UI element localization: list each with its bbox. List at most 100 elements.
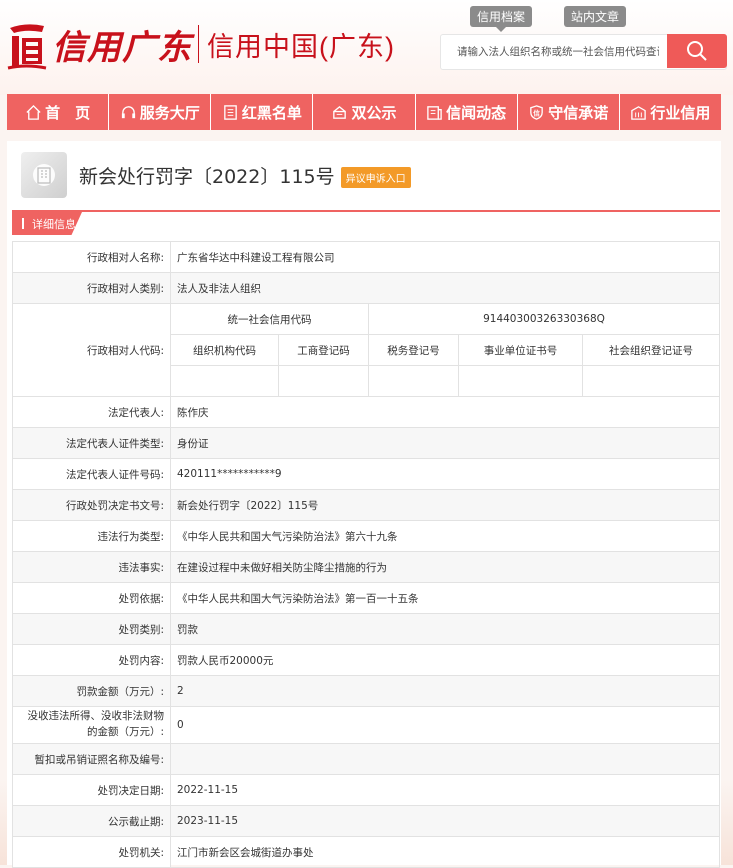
row-value: 陈作庆 (170, 396, 720, 428)
row-label: 违法事实: (12, 551, 171, 583)
table-row: 违法行为类型: 《中华人民共和国大气污染防治法》第六十九条 (12, 520, 720, 552)
row-value: 2 (170, 675, 720, 707)
table-row: 处罚类别: 罚款 (12, 613, 720, 645)
row-value: 江门市新会区会城街道办事处 (170, 836, 720, 868)
nav-industry-credit[interactable]: 行业信用 (620, 94, 721, 130)
row-value: 420111***********9 (170, 458, 720, 490)
row-value: 《中华人民共和国大气污染防治法》第六十九条 (170, 520, 720, 552)
row-value: 2022-11-15 (170, 774, 720, 806)
table-row: 处罚机关: 江门市新会区会城街道办事处 (12, 836, 720, 868)
row-label: 处罚类别: (12, 613, 171, 645)
row-label: 行政相对人名称: (12, 241, 171, 273)
code-header: 组织机构代码 (170, 334, 279, 366)
row-label: 处罚内容: (12, 644, 171, 676)
site-logo[interactable]: 信用广东 信用中国(广东) (6, 16, 395, 72)
appeal-entry-button[interactable]: 异议申诉入口 (340, 166, 411, 188)
row-label: 法定代表人证件号码: (12, 458, 171, 490)
nav-credit-news[interactable]: 信闻动态 (416, 94, 518, 130)
code-value-uscc: 91440300326330368Q (368, 303, 720, 335)
table-row: 处罚依据: 《中华人民共和国大气污染防治法》第一百一十五条 (12, 582, 720, 614)
nav-red-black-list[interactable]: 红黑名单 (211, 94, 314, 130)
table-row: 行政处罚决定书文号: 新会处行罚字〔2022〕115号 (12, 489, 720, 521)
nav-red-black-list-label: 红黑名单 (241, 103, 302, 122)
headset-icon (121, 105, 135, 118)
document-header: 新会处行罚字〔2022〕115号 异议申诉入口 (21, 151, 411, 199)
list-icon (224, 104, 237, 120)
row-label: 罚款金额（万元）: (12, 675, 171, 707)
row-value: 广东省华达中科建设工程有限公司 (170, 241, 720, 273)
news-icon (427, 105, 442, 120)
main-nav: 首 页 服务大厅 红黑名单 双公示 信闻动态 信 守信承诺 行业信用 (7, 94, 721, 130)
row-label: 处罚机关: (12, 836, 171, 868)
nav-service-hall[interactable]: 服务大厅 (109, 94, 212, 130)
table-row: 违法事实: 在建设过程中未做好相关防尘降尘措施的行为 (12, 551, 720, 583)
row-label: 行政处罚决定书文号: (12, 489, 171, 521)
row-value (170, 743, 720, 775)
nav-credit-pledge-label: 守信承诺 (548, 103, 609, 122)
logo-script-text: 信用广东 (52, 27, 192, 68)
table-row: 法定代表人证件号码: 420111***********9 (12, 458, 720, 490)
tab-credit-archive[interactable]: 信用档案 (470, 6, 533, 32)
search-box (440, 34, 727, 70)
row-label: 公示截止期: (12, 805, 171, 837)
detail-table: 行政相对人名称: 广东省华达中科建设工程有限公司 行政相对人类别: 法人及非法人… (12, 241, 720, 868)
row-value: 在建设过程中未做好相关防尘降尘措施的行为 (170, 551, 720, 583)
top-tabs: 信用档案 站内文章 (470, 6, 627, 32)
logo-title: 信用中国(广东) (207, 31, 395, 62)
code-value-empty (170, 365, 279, 397)
code-value-empty (582, 365, 720, 397)
row-value: 法人及非法人组织 (170, 272, 720, 304)
announce-icon (333, 105, 347, 119)
section-tab-details: 详细信息 (12, 212, 82, 235)
row-label: 违法行为类型: (12, 520, 171, 552)
page-title: 新会处行罚字〔2022〕115号 (79, 165, 335, 188)
table-row: 公示截止期: 2023-11-15 (12, 805, 720, 837)
code-header: 工商登记码 (278, 334, 369, 366)
code-value-empty (278, 365, 369, 397)
code-header: 税务登记号 (368, 334, 459, 366)
table-row: 行政相对人类别: 法人及非法人组织 (12, 272, 720, 304)
row-label: 处罚决定日期: (12, 774, 171, 806)
home-icon (26, 104, 41, 120)
table-row: 处罚内容: 罚款人民币20000元 (12, 644, 720, 676)
table-row: 法定代表人: 陈作庆 (12, 396, 720, 428)
code-value-empty (458, 365, 583, 397)
search-input[interactable] (441, 35, 667, 69)
nav-double-publicity[interactable]: 双公示 (313, 94, 416, 130)
search-icon (687, 41, 707, 61)
table-row: 暂扣或吊销证照名称及编号: (12, 743, 720, 775)
table-row: 处罚决定日期: 2022-11-15 (12, 774, 720, 806)
row-value: 罚款 (170, 613, 720, 645)
table-row: 罚款金额（万元）: 2 (12, 675, 720, 707)
table-row: 行政相对人名称: 广东省华达中科建设工程有限公司 (12, 241, 720, 273)
logo-divider (198, 25, 199, 63)
row-label: 行政相对人类别: (12, 272, 171, 304)
row-label: 法定代表人证件类型: (12, 427, 171, 459)
row-label: 行政相对人代码: (12, 303, 171, 397)
industry-icon (631, 105, 647, 120)
tab-site-articles[interactable]: 站内文章 (564, 6, 627, 27)
code-value-empty (368, 365, 459, 397)
credit-seal-icon (6, 20, 48, 70)
svg-text:信: 信 (533, 108, 540, 117)
row-value: 罚款人民币20000元 (170, 644, 720, 676)
row-value: 0 (170, 706, 720, 744)
nav-home-label: 首 页 (45, 103, 91, 122)
table-row: 行政相对人代码: 统一社会信用代码 91440300326330368Q (12, 303, 720, 397)
code-header-uscc: 统一社会信用代码 (170, 303, 369, 335)
nav-service-hall-label: 服务大厅 (139, 103, 200, 122)
nav-industry-credit-label: 行业信用 (650, 103, 711, 122)
row-label: 法定代表人: (12, 396, 171, 428)
row-label: 没收违法所得、没收非法财物的金额（万元）: (12, 706, 171, 744)
row-value: 身份证 (170, 427, 720, 459)
pledge-icon: 信 (530, 104, 544, 120)
search-button[interactable] (667, 34, 727, 68)
nav-double-publicity-label: 双公示 (351, 103, 397, 122)
table-row: 法定代表人证件类型: 身份证 (12, 427, 720, 459)
nav-credit-news-label: 信闻动态 (446, 103, 507, 122)
nav-credit-pledge[interactable]: 信 守信承诺 (518, 94, 620, 130)
nav-home[interactable]: 首 页 (7, 94, 110, 130)
code-header: 社会组织登记证号 (582, 334, 720, 366)
building-icon (21, 152, 67, 198)
row-value: 新会处行罚字〔2022〕115号 (170, 489, 720, 521)
